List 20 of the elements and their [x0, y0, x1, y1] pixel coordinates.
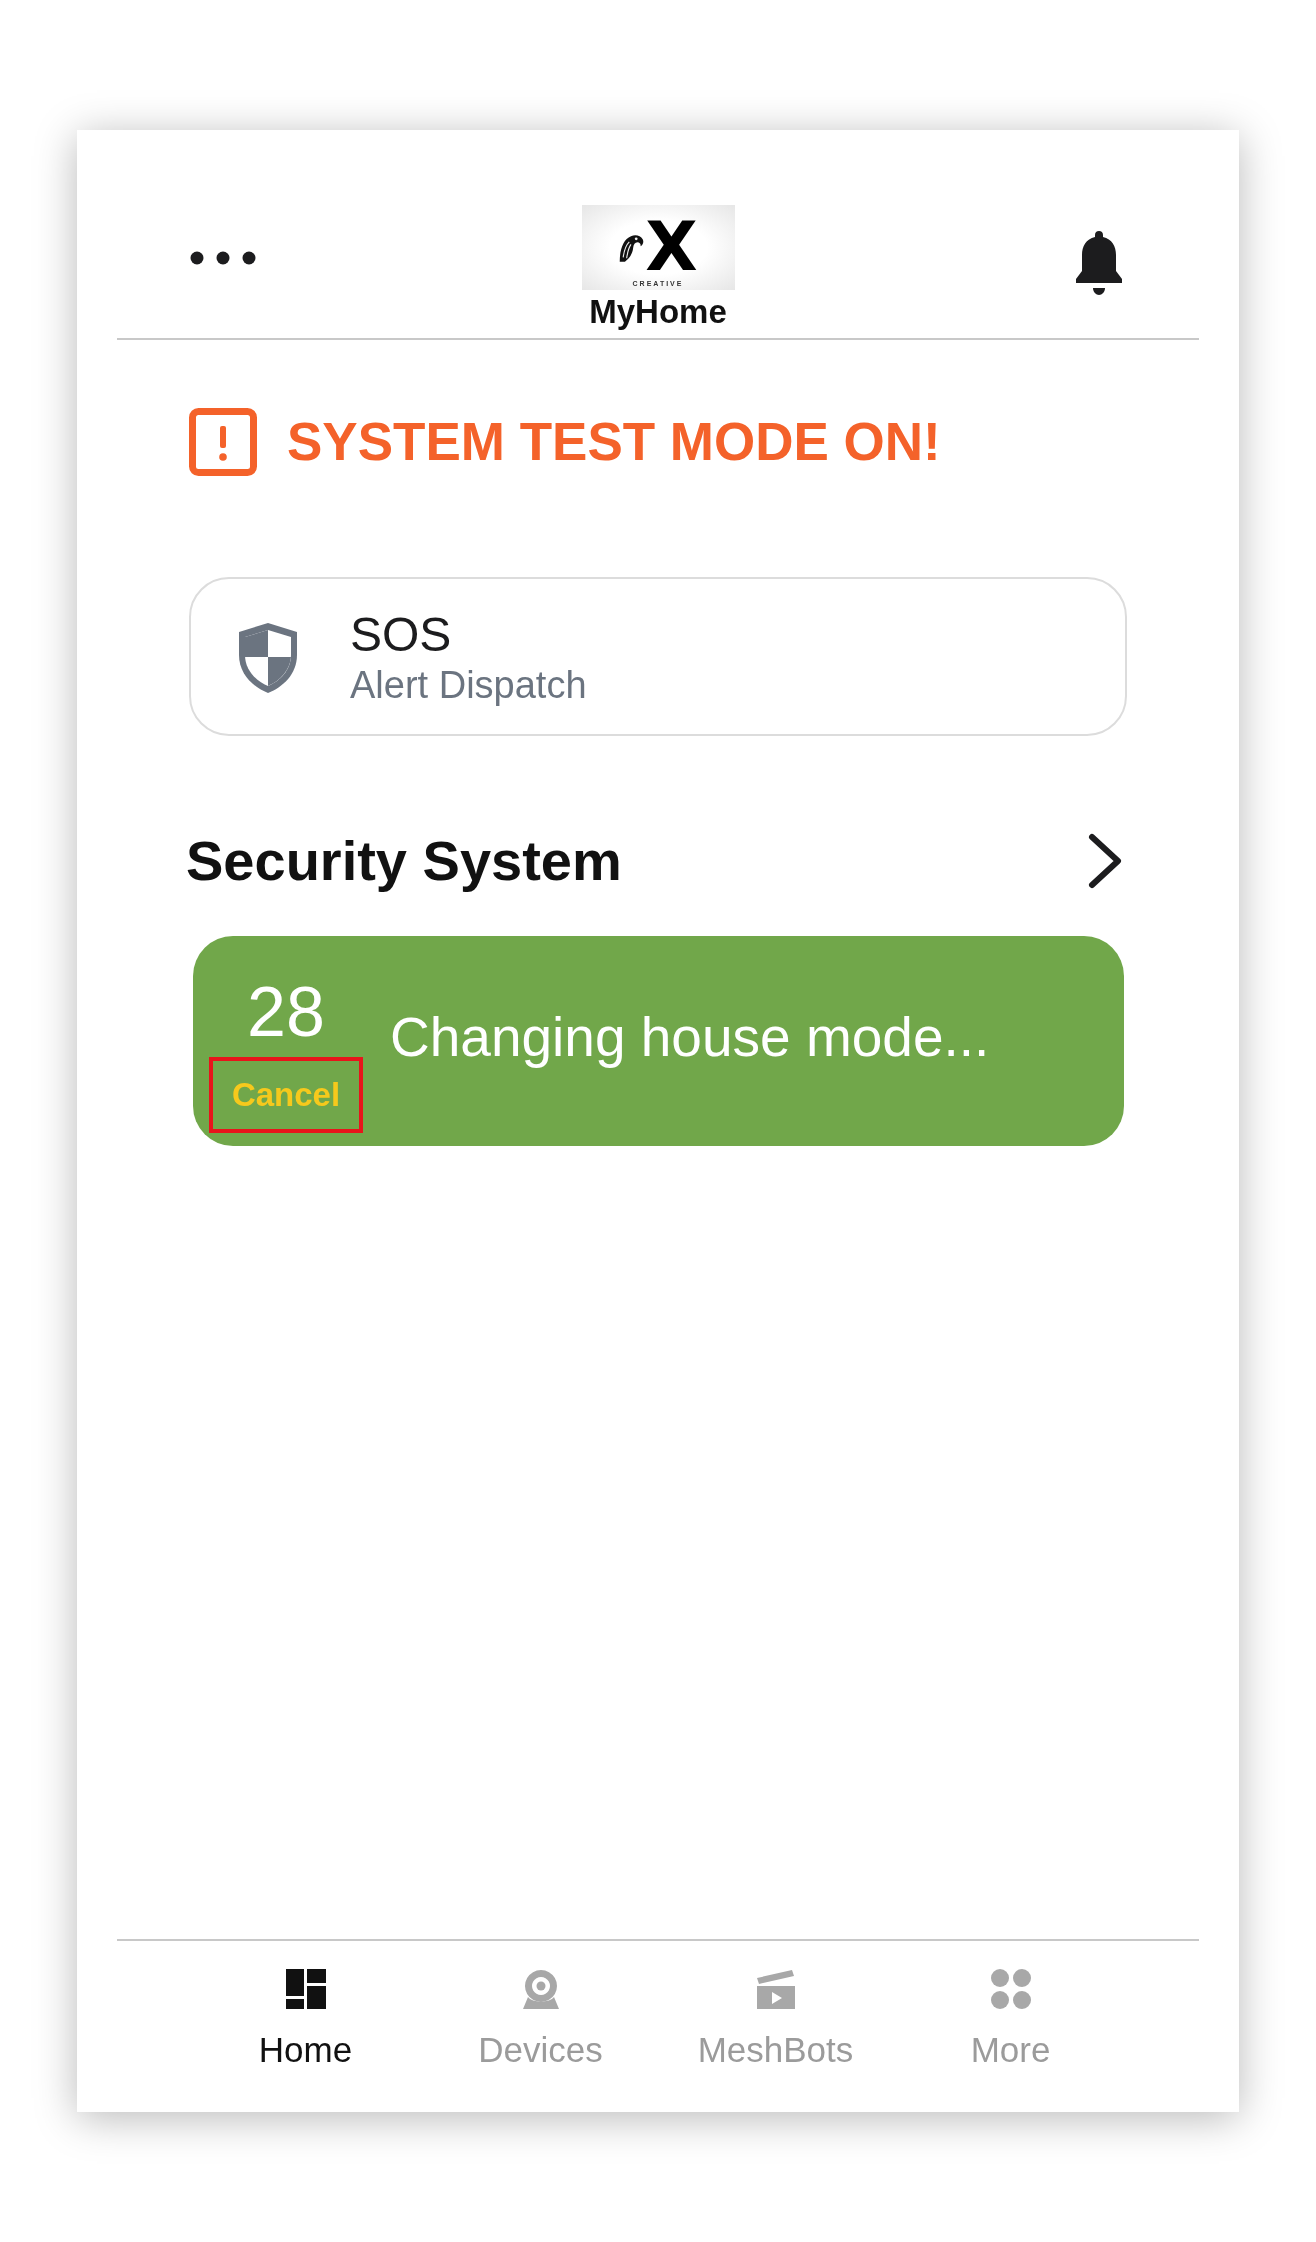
app-title: MyHome	[589, 293, 727, 331]
sos-subtitle: Alert Dispatch	[350, 662, 587, 707]
alert-message: SYSTEM TEST MODE ON!	[287, 411, 941, 473]
countdown-text: 28	[247, 975, 325, 1049]
sos-card[interactable]: SOS Alert Dispatch	[189, 577, 1127, 736]
chevron-right-icon[interactable]	[1087, 832, 1123, 890]
nav-tab[interactable]: Home	[188, 1967, 423, 2070]
status-message: Changing house mode...	[390, 1005, 990, 1069]
section-title: Security System	[186, 829, 622, 893]
sos-title: SOS	[350, 606, 453, 663]
shield-icon	[236, 620, 300, 695]
logo-letter: X	[645, 215, 698, 279]
exclamation-icon	[189, 408, 257, 476]
nav-tab[interactable]: MeshBots	[658, 1967, 893, 2070]
nav-tab[interactable]: Devices	[423, 1967, 658, 2070]
four-dots-icon	[988, 1967, 1033, 2011]
nav-tab[interactable]: More	[893, 1967, 1128, 2070]
ellipsis-icon[interactable]	[190, 251, 256, 265]
tiles-icon	[283, 1967, 328, 2011]
cancel-button[interactable]: Cancel	[209, 1057, 363, 1133]
